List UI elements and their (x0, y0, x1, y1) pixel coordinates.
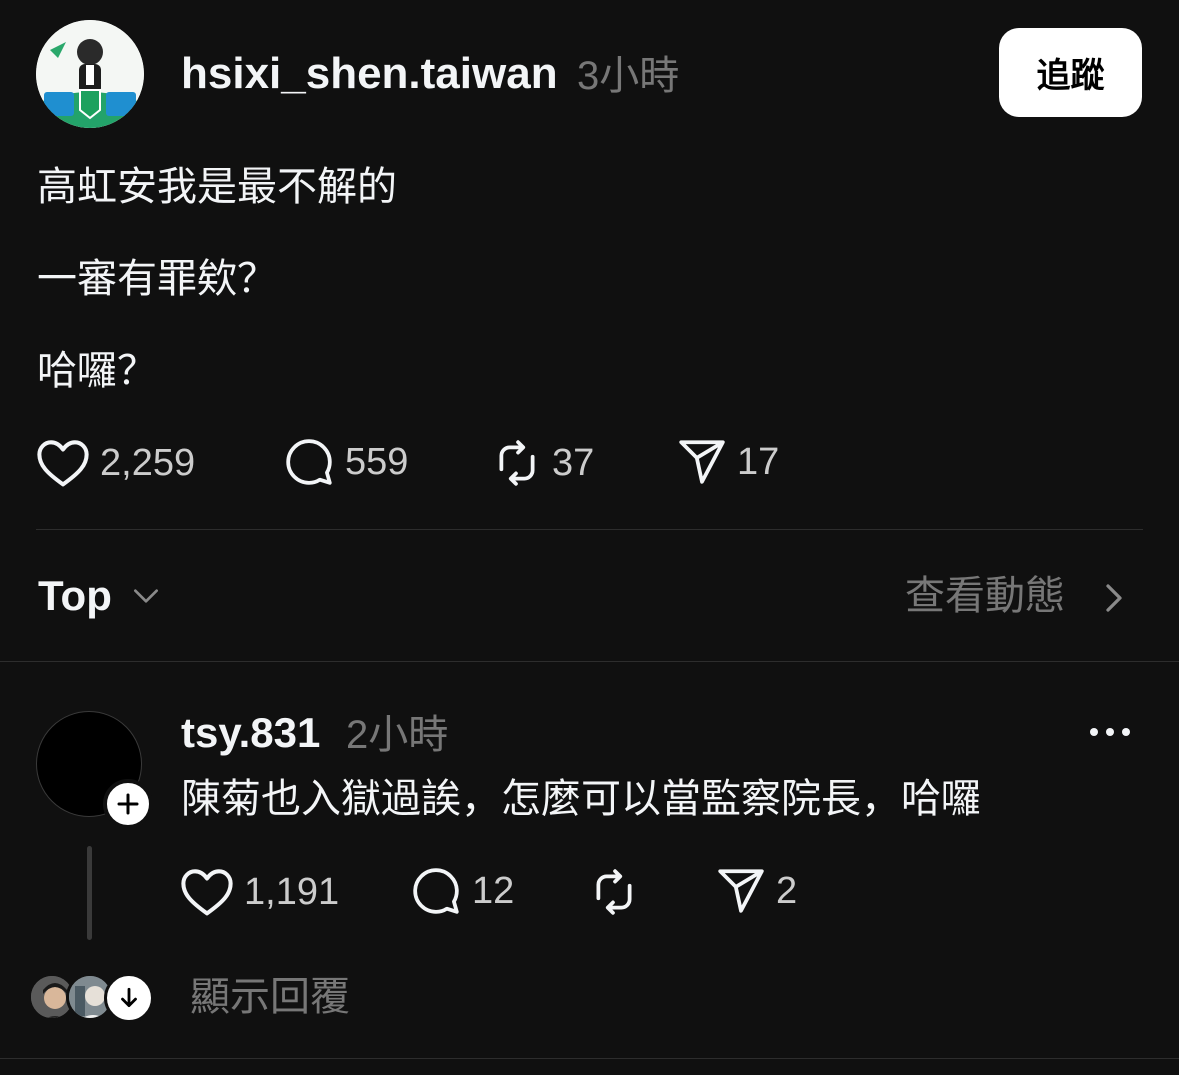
comment-count: 559 (345, 441, 409, 483)
reply-repost-button[interactable] (589, 867, 639, 917)
reply-text: 陳菊也入獄過誒，怎麼可以當監察院長，哈囉 (181, 776, 981, 822)
reply-username[interactable]: tsy.831 (181, 707, 320, 759)
repost-icon (499, 440, 535, 486)
reply-like-count: 1,191 (244, 871, 340, 913)
post-text-line-3: 哈囉？ (37, 348, 157, 394)
reply-comment-count: 12 (472, 870, 515, 912)
sort-dropdown[interactable]: Top (38, 570, 112, 622)
avatar-image (36, 20, 144, 128)
post-timestamp: 3小時 (577, 54, 680, 98)
threads-post-page: hsixi_shen.taiwan 3小時 追蹤 高虹安我是最不解的 一審有罪欸… (0, 0, 1179, 1075)
plus-icon (117, 793, 139, 815)
chevron-down-icon[interactable] (130, 580, 162, 612)
author-username[interactable]: hsixi_shen.taiwan (181, 48, 558, 100)
comment-icon (413, 868, 459, 914)
view-activity-link[interactable]: 查看動態 (905, 570, 1065, 622)
arrow-down-icon (121, 987, 137, 1007)
heart-icon (181, 869, 233, 916)
reply-share-count: 2 (776, 870, 798, 912)
share-button[interactable]: 17 (677, 438, 779, 486)
post-text-line-1: 高虹安我是最不解的 (37, 164, 397, 210)
comment-button[interactable]: 559 (283, 437, 408, 487)
like-button[interactable]: 2,259 (36, 438, 195, 488)
share-count: 17 (737, 441, 780, 483)
thread-line (87, 846, 92, 940)
chevron-right-icon[interactable] (1101, 580, 1127, 616)
repost-button[interactable]: 37 (492, 438, 594, 488)
author-avatar[interactable] (36, 20, 144, 128)
reply-timestamp: 2小時 (346, 713, 449, 757)
expand-replies-button[interactable] (104, 973, 154, 1023)
follow-reply-author-button[interactable] (103, 779, 153, 829)
comment-icon (286, 439, 332, 485)
repost-icon (596, 869, 632, 915)
show-replies-link[interactable]: 顯示回覆 (190, 971, 350, 1023)
heart-icon (37, 440, 89, 487)
reply-like-button[interactable]: 1,191 (180, 867, 339, 917)
more-icon[interactable] (1088, 722, 1132, 742)
reply-share-button[interactable]: 2 (716, 867, 797, 915)
repost-count: 37 (552, 442, 595, 484)
bottom-divider (0, 1058, 1179, 1059)
post-divider (36, 529, 1143, 530)
follow-button[interactable]: 追蹤 (999, 28, 1142, 117)
share-icon (679, 440, 725, 484)
like-count: 2,259 (100, 442, 196, 484)
post-text-line-2: 一審有罪欸？ (37, 256, 277, 302)
share-icon (718, 869, 764, 913)
reply-comment-button[interactable]: 12 (410, 866, 514, 916)
section-divider (0, 661, 1179, 662)
